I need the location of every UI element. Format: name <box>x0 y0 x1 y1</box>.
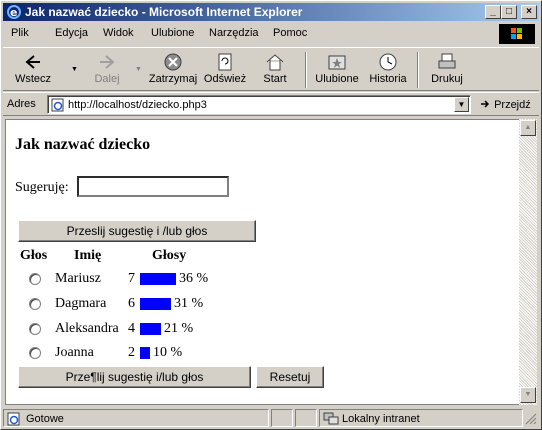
menu-view[interactable]: Widok <box>103 27 134 39</box>
refresh-icon <box>218 53 232 71</box>
suggest-input[interactable] <box>77 176 229 197</box>
vote-percent: 36 % <box>179 271 209 286</box>
standard-toolbar: Wstecz ▼ Dalej ▼ Zatrzymaj Odśwież Start… <box>3 47 539 91</box>
status-bar: Gotowe Lokalny intranet <box>3 409 539 427</box>
toolbar-separator <box>417 52 419 88</box>
intranet-icon <box>323 412 339 425</box>
vote-percent: 10 % <box>153 345 183 360</box>
menu-favorites[interactable]: Ulubione <box>151 27 194 39</box>
page-content: Jak nazwać dziecko Sugeruję: Przeslij su… <box>5 119 519 405</box>
back-dropdown-icon[interactable]: ▼ <box>71 66 78 73</box>
back-arrow-icon <box>25 55 40 69</box>
favorites-button[interactable]: Ulubione <box>311 50 363 90</box>
status-text: Gotowe <box>26 413 64 425</box>
history-button[interactable]: Historia <box>365 50 411 90</box>
menu-help[interactable]: Pomoc <box>273 27 307 39</box>
resize-grip-icon[interactable] <box>525 413 537 425</box>
vote-count: 6 <box>128 296 135 311</box>
close-button[interactable]: × <box>521 5 537 19</box>
vote-percent: 31 % <box>174 296 204 311</box>
status-pane <box>295 409 317 427</box>
candidate-name: Mariusz <box>55 271 101 286</box>
ie-icon: e <box>7 5 21 19</box>
address-input[interactable]: http://localhost/dziecko.php3 ▼ <box>47 95 471 114</box>
printer-icon <box>438 53 456 69</box>
maximize-button[interactable]: □ <box>501 5 517 19</box>
candidate-name: Aleksandra <box>55 321 119 336</box>
table-row: Joanna 2 10 % <box>6 343 306 363</box>
go-button[interactable]: Przejdź <box>479 98 531 111</box>
address-bar: Adres http://localhost/dziecko.php3 ▼ Pr… <box>3 92 539 116</box>
menu-edit[interactable]: Edycja <box>55 27 88 39</box>
menu-tools[interactable]: Narzędzia <box>209 27 259 39</box>
vote-bar <box>140 273 176 285</box>
vote-count: 4 <box>128 321 135 336</box>
forward-dropdown-icon[interactable]: ▼ <box>135 66 142 73</box>
forward-button[interactable]: Dalej <box>83 50 131 90</box>
vertical-scrollbar[interactable]: ▲ ▼ <box>519 119 537 405</box>
address-dropdown-icon[interactable]: ▼ <box>454 97 469 112</box>
browser-window: e Jak nazwać dziecko - Microsoft Interne… <box>0 0 542 430</box>
window-title: Jak nazwać dziecko - Microsoft Internet … <box>25 5 303 19</box>
vote-bar <box>140 298 171 310</box>
vote-bar <box>140 323 161 335</box>
header-votes: Głosy <box>152 248 187 263</box>
address-url: http://localhost/dziecko.php3 <box>68 99 207 111</box>
home-icon <box>266 54 284 71</box>
reset-button[interactable]: Resetuj <box>256 366 324 388</box>
history-icon <box>379 53 397 71</box>
submit-button-top[interactable]: Przeslij sugestię i /lub głos <box>18 220 256 242</box>
zone-pane: Lokalny intranet <box>319 409 523 427</box>
candidate-name: Dagmara <box>55 296 107 311</box>
windows-logo-icon <box>499 24 535 44</box>
zone-text: Lokalny intranet <box>342 413 420 425</box>
svg-text:e: e <box>10 6 17 19</box>
vote-percent: 21 % <box>164 321 194 336</box>
go-arrow-icon <box>481 100 490 108</box>
page-title: Jak nazwać dziecko <box>15 136 151 153</box>
suggest-label: Sugeruję: <box>15 180 69 195</box>
scroll-up-icon[interactable]: ▲ <box>520 120 536 136</box>
menu-file[interactable]: Plik <box>11 27 29 39</box>
status-pane: Gotowe <box>3 409 269 427</box>
back-button[interactable]: Wstecz <box>7 50 59 90</box>
stop-button[interactable]: Zatrzymaj <box>147 50 199 90</box>
page-done-icon <box>7 412 20 426</box>
page-icon <box>51 98 64 112</box>
table-row: Mariusz 7 36 % <box>6 269 306 289</box>
status-pane <box>271 409 293 427</box>
toolbar-separator <box>305 52 307 88</box>
address-label: Adres <box>7 98 36 110</box>
table-row: Aleksandra 4 21 % <box>6 319 306 339</box>
table-row: Dagmara 6 31 % <box>6 294 306 314</box>
stop-icon <box>164 53 182 71</box>
minimize-button[interactable]: _ <box>485 5 501 19</box>
vote-radio[interactable] <box>29 347 41 359</box>
refresh-button[interactable]: Odśwież <box>201 50 249 90</box>
favorites-icon <box>328 55 346 70</box>
vote-radio[interactable] <box>29 298 41 310</box>
header-name: Imię <box>74 248 102 263</box>
candidate-name: Joanna <box>55 345 94 360</box>
vote-bar <box>140 347 150 359</box>
vote-radio[interactable] <box>29 323 41 335</box>
forward-arrow-icon <box>100 55 115 69</box>
home-button[interactable]: Start <box>255 50 295 90</box>
print-button[interactable]: Drukuj <box>423 50 471 90</box>
vote-count: 2 <box>128 345 135 360</box>
scroll-down-icon[interactable]: ▼ <box>520 387 536 403</box>
vote-radio[interactable] <box>29 273 41 285</box>
header-vote: Głos <box>20 248 48 263</box>
title-bar[interactable]: e Jak nazwać dziecko - Microsoft Interne… <box>3 3 539 21</box>
menu-bar: Plik Edycja Widok Ulubione Narzędzia Pom… <box>3 23 539 45</box>
vote-count: 7 <box>128 271 135 286</box>
submit-button-bottom[interactable]: Prze¶lij sugestię i/lub głos <box>18 366 251 388</box>
